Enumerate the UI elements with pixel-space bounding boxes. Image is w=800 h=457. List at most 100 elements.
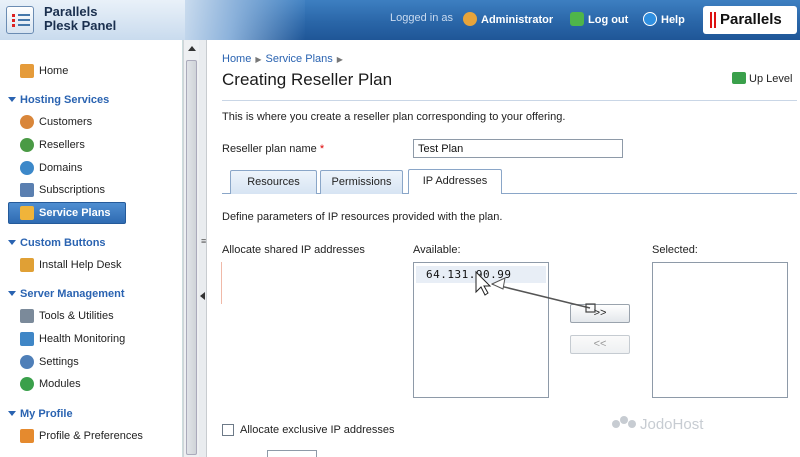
tab-resources[interactable]: Resources bbox=[230, 170, 317, 194]
logged-in-label: Logged in as bbox=[390, 12, 453, 24]
sidebar-item-label: Settings bbox=[39, 356, 79, 368]
sidebar-item-settings[interactable]: Settings bbox=[0, 351, 183, 373]
scrollbar-thumb[interactable] bbox=[186, 60, 197, 455]
selected-label: Selected: bbox=[652, 244, 698, 256]
sidebar-item-domains[interactable]: Domains bbox=[0, 157, 183, 179]
exclusive-ip-checkbox[interactable] bbox=[222, 424, 234, 436]
sidebar-item-label: Domains bbox=[39, 162, 83, 174]
service-plans-icon bbox=[20, 206, 34, 220]
section-title: Server Management bbox=[20, 288, 125, 300]
breadcrumb-separator-icon: ▶ bbox=[336, 55, 343, 64]
logout-icon bbox=[570, 12, 584, 26]
user-name: Administrator bbox=[481, 14, 554, 26]
up-level-label: Up Level bbox=[749, 73, 793, 85]
modules-icon bbox=[20, 377, 34, 391]
collapse-sidebar-arrow-icon[interactable] bbox=[200, 292, 205, 300]
help-link[interactable]: Help bbox=[643, 12, 685, 26]
up-level-icon bbox=[732, 72, 746, 84]
tab-permissions[interactable]: Permissions bbox=[320, 170, 403, 194]
exclusive-ip-label: Allocate exclusive IP addresses bbox=[240, 424, 395, 436]
logout-label: Log out bbox=[588, 14, 629, 26]
section-custom-buttons[interactable]: Custom Buttons bbox=[8, 237, 106, 249]
selected-ip-list[interactable] bbox=[652, 262, 788, 398]
required-field-marker bbox=[221, 262, 222, 304]
customers-icon bbox=[20, 115, 34, 129]
plan-name-label: Reseller plan name * bbox=[222, 143, 324, 155]
watermark-people-icon bbox=[612, 416, 636, 436]
collapse-triangle-icon bbox=[8, 97, 16, 102]
sidebar-item-label: Health Monitoring bbox=[39, 333, 126, 345]
sidebar: Home Hosting Services Customers Reseller… bbox=[0, 40, 183, 457]
add-ip-button[interactable]: >> bbox=[570, 304, 630, 323]
gear-icon bbox=[20, 355, 34, 369]
collapse-triangle-icon bbox=[8, 411, 16, 416]
collapse-triangle-icon bbox=[8, 291, 16, 296]
section-my-profile[interactable]: My Profile bbox=[8, 408, 73, 420]
header-wave-decoration bbox=[185, 0, 305, 40]
main-content: Home ▶ Service Plans ▶ Creating Reseller Pl… bbox=[207, 40, 800, 457]
parallels-brand-logo: Parallels bbox=[703, 6, 797, 34]
tools-icon bbox=[20, 309, 34, 323]
section-server-management[interactable]: Server Management bbox=[8, 288, 125, 300]
tab-bar: Resources Permissions IP Addresses bbox=[222, 168, 797, 194]
domains-icon bbox=[20, 161, 34, 175]
intro-text: This is where you create a reseller plan… bbox=[222, 111, 566, 123]
section-title: Hosting Services bbox=[20, 94, 110, 106]
sidebar-scrollbar[interactable] bbox=[183, 40, 199, 457]
plesk-logo-icon bbox=[6, 6, 34, 34]
help-label: Help bbox=[661, 14, 685, 26]
splitter-grip-icon: ≡ bbox=[201, 236, 207, 246]
scroll-up-arrow-icon[interactable] bbox=[188, 46, 196, 51]
sidebar-item-modules[interactable]: Modules bbox=[0, 373, 183, 395]
user-icon bbox=[463, 12, 477, 26]
sidebar-item-label: Profile & Preferences bbox=[39, 430, 143, 442]
app-name-line2: Plesk Panel bbox=[44, 18, 117, 33]
parallels-bars-icon bbox=[710, 12, 712, 28]
sidebar-item-tools-utilities[interactable]: Tools & Utilities bbox=[0, 305, 183, 327]
remove-ip-button[interactable]: << bbox=[570, 335, 630, 354]
exclusive-ip-row[interactable]: Allocate exclusive IP addresses bbox=[222, 424, 395, 436]
health-monitoring-icon bbox=[20, 332, 34, 346]
sidebar-item-install-help-desk[interactable]: Install Help Desk bbox=[0, 254, 183, 276]
sidebar-item-label: Modules bbox=[39, 378, 81, 390]
partial-field bbox=[267, 450, 317, 457]
shared-ip-label: Allocate shared IP addresses bbox=[222, 244, 365, 256]
logout-link[interactable]: Log out bbox=[570, 12, 628, 26]
sidebar-item-customers[interactable]: Customers bbox=[0, 111, 183, 133]
watermark-text: JodoHost bbox=[640, 416, 704, 433]
home-icon bbox=[20, 64, 34, 78]
sidebar-item-profile-preferences[interactable]: Profile & Preferences bbox=[0, 425, 183, 447]
collapse-triangle-icon bbox=[8, 240, 16, 245]
tab-ip-addresses[interactable]: IP Addresses bbox=[408, 169, 502, 194]
top-header: Parallels Plesk Panel Logged in as Admin… bbox=[0, 0, 800, 40]
logo-area[interactable]: Parallels Plesk Panel bbox=[0, 0, 185, 40]
sidebar-item-service-plans[interactable]: Service Plans bbox=[8, 202, 126, 224]
sidebar-item-home[interactable]: Home bbox=[0, 60, 183, 82]
plan-name-input[interactable] bbox=[413, 139, 623, 158]
sidebar-splitter[interactable]: ≡ bbox=[199, 40, 207, 457]
sidebar-item-subscriptions[interactable]: Subscriptions bbox=[0, 179, 183, 201]
up-level-link[interactable]: Up Level bbox=[732, 72, 792, 85]
page-title: Creating Reseller Plan bbox=[222, 70, 393, 89]
sidebar-item-label: Tools & Utilities bbox=[39, 310, 114, 322]
section-hosting-services[interactable]: Hosting Services bbox=[8, 94, 109, 106]
sidebar-item-label: Subscriptions bbox=[39, 184, 106, 196]
sidebar-item-health-monitoring[interactable]: Health Monitoring bbox=[0, 328, 183, 350]
user-menu[interactable]: Administrator bbox=[463, 12, 553, 26]
app-name: Parallels Plesk Panel bbox=[44, 5, 116, 33]
breadcrumb-service-plans[interactable]: Service Plans bbox=[266, 53, 333, 65]
resellers-icon bbox=[20, 138, 34, 152]
section-title: My Profile bbox=[20, 408, 73, 420]
ip-section-description: Define parameters of IP resources provid… bbox=[222, 211, 503, 223]
sidebar-item-resellers[interactable]: Resellers bbox=[0, 134, 183, 156]
subscriptions-icon bbox=[20, 183, 34, 197]
available-ip-option[interactable]: 64.131.90.99 bbox=[416, 266, 546, 283]
app-name-line1: Parallels bbox=[44, 4, 98, 19]
sidebar-item-label: Customers bbox=[39, 116, 93, 128]
sidebar-item-label: Service Plans bbox=[39, 207, 111, 219]
breadcrumb-home[interactable]: Home bbox=[222, 53, 251, 65]
title-divider bbox=[222, 100, 797, 101]
available-label: Available: bbox=[413, 244, 461, 256]
sidebar-item-label: Install Help Desk bbox=[39, 259, 122, 271]
available-ip-list[interactable]: 64.131.90.99 bbox=[413, 262, 549, 398]
